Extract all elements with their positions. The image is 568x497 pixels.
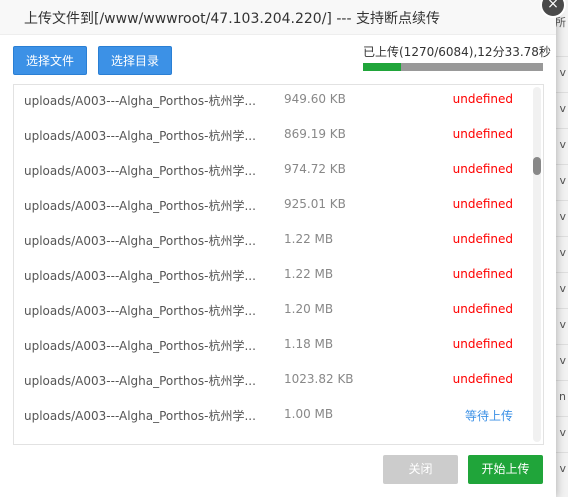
file-row: uploads/A003---Algha_Porthos-杭州学... 1023.… <box>14 363 530 398</box>
file-name: uploads/A003---Algha_Porthos-杭州学... <box>24 199 256 213</box>
file-row: uploads/A003---Algha_Porthos-杭州学... 869.1… <box>14 118 530 153</box>
file-name: uploads/A003---Algha_Porthos-杭州学... <box>24 129 256 143</box>
file-list-scrollbar[interactable] <box>533 87 541 442</box>
background-row-mark: n <box>559 390 566 403</box>
file-status: undefined <box>452 232 513 246</box>
background-row-mark: v <box>559 102 566 115</box>
file-status: undefined <box>452 92 513 106</box>
background-row-mark: v <box>559 462 566 475</box>
file-row: uploads/A003---Algha_Porthos-杭州学... 949.6… <box>14 85 530 118</box>
upload-status-text: 已上传(1270/6084),12分33.78秒 <box>363 45 551 59</box>
file-name: uploads/A003---Algha_Porthos-杭州学... <box>24 234 256 248</box>
file-name: uploads/A003---Algha_Porthos-杭州学... <box>24 269 256 283</box>
file-status: undefined <box>452 162 513 176</box>
background-row-mark: v <box>559 318 566 331</box>
file-row: uploads/A003---Algha_Porthos-杭州学... 925.0… <box>14 188 530 223</box>
file-size: 974.72 KB <box>284 162 346 176</box>
file-status: undefined <box>452 127 513 141</box>
file-status: 等待上传 <box>464 409 513 423</box>
file-status: undefined <box>452 372 513 386</box>
file-name: uploads/A003---Algha_Porthos-杭州学... <box>24 409 256 423</box>
file-size: 925.01 KB <box>284 197 346 211</box>
file-name: uploads/A003---Algha_Porthos-杭州学... <box>24 304 256 318</box>
file-row: uploads/A003---Algha_Porthos-杭州学... 1.00 … <box>14 398 530 433</box>
file-status: undefined <box>452 302 513 316</box>
file-row: uploads/A003---Algha_Porthos-杭州学... 1.18 … <box>14 328 530 363</box>
file-size: 1.00 MB <box>284 442 333 444</box>
upload-progress-bar <box>363 63 543 71</box>
file-status: undefined <box>452 197 513 211</box>
file-row: uploads/A003---Algha_Porthos-杭州学... 1.00 … <box>14 433 530 444</box>
background-row-mark: v <box>559 426 566 439</box>
background-row-mark: v <box>559 282 566 295</box>
file-size: 1.22 MB <box>284 232 334 246</box>
file-name: uploads/A003---Algha_Porthos-杭州学... <box>24 164 256 178</box>
start-upload-button[interactable]: 开始上传 <box>468 455 543 484</box>
file-row: uploads/A003---Algha_Porthos-杭州学... 974.7… <box>14 153 530 188</box>
close-dialog-button[interactable]: 关闭 <box>383 455 458 484</box>
file-status: 等待上传 <box>465 442 513 444</box>
file-size: 1.20 MB <box>284 302 334 316</box>
background-row-mark: v <box>559 246 566 259</box>
file-list[interactable]: uploads/A003---Algha_Porthos-杭州学... 949.6… <box>13 84 544 445</box>
file-name: uploads/A003---Algha_Porthos-杭州学... <box>24 94 256 108</box>
file-list-scrollbar-thumb[interactable] <box>533 157 541 175</box>
dialog-title: 上传文件到[/www/wwwroot/47.103.204.220/] --- … <box>24 11 440 27</box>
file-size: 949.60 KB <box>284 92 346 106</box>
file-row: uploads/A003---Algha_Porthos-杭州学... 1.22 … <box>14 258 530 293</box>
dialog-header: 上传文件到[/www/wwwroot/47.103.204.220/] --- … <box>0 0 556 35</box>
background-row-mark: v <box>559 66 566 79</box>
file-name: uploads/A003---Algha_Porthos-杭州学... <box>24 339 256 353</box>
file-size: 869.19 KB <box>284 127 346 141</box>
file-size: 1.22 MB <box>284 267 334 281</box>
file-size: 1023.82 KB <box>284 372 354 386</box>
upload-dialog: 上传文件到[/www/wwwroot/47.103.204.220/] --- … <box>0 0 556 497</box>
file-list-inner: uploads/A003---Algha_Porthos-杭州学... 949.6… <box>14 85 530 444</box>
file-name: uploads/A003---Algha_Porthos-杭州学... <box>24 442 256 444</box>
file-status: undefined <box>452 337 513 351</box>
file-row: uploads/A003---Algha_Porthos-杭州学... 1.22 … <box>14 223 530 258</box>
select-directory-button[interactable]: 选择目录 <box>98 46 173 75</box>
upload-progress-fill <box>363 63 401 71</box>
file-status: undefined <box>452 267 513 281</box>
background-row-mark: v <box>559 210 566 223</box>
background-row-mark: v <box>559 174 566 187</box>
background-row-mark: v <box>559 354 566 367</box>
file-size: 1.18 MB <box>284 337 334 351</box>
select-file-button[interactable]: 选择文件 <box>13 46 88 75</box>
file-name: uploads/A003---Algha_Porthos-杭州学... <box>24 374 256 388</box>
file-row: uploads/A003---Algha_Porthos-杭州学... 1.20 … <box>14 293 530 328</box>
file-size: 1.00 MB <box>284 407 334 421</box>
background-row-mark: v <box>559 138 566 151</box>
